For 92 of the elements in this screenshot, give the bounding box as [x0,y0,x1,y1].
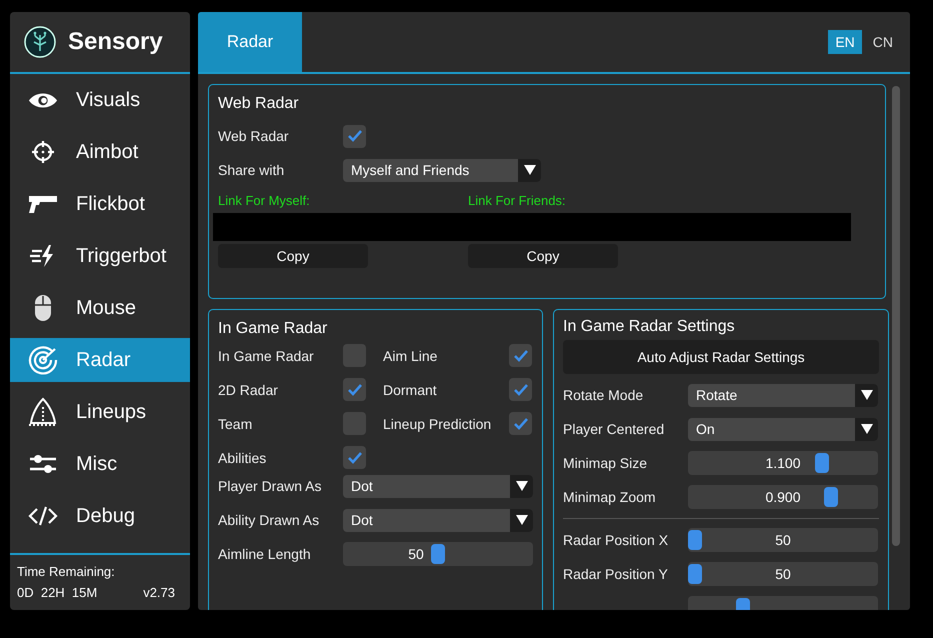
version-label: v2.73 [143,585,175,600]
setting-label: Player Drawn As [218,478,322,494]
panel-title: Web Radar [218,95,300,113]
mouse-icon [34,294,52,322]
panel-title: In Game Radar Settings [563,318,736,336]
sidebar-item[interactable]: Aimbot [10,130,190,174]
checkmark-icon [346,450,362,466]
setting-label: Minimap Zoom [563,489,657,505]
checkmark-icon [346,128,362,144]
copy-button[interactable]: Copy [218,244,368,268]
setting-label: Ability Drawn As [218,512,320,528]
dropdown[interactable]: Dot [343,508,533,532]
bolt-icon [30,245,56,267]
sidebar-item[interactable]: Flickbot [10,182,190,226]
radar-icon [28,345,58,375]
setting-label: Player Centered [563,421,666,437]
dropdown[interactable]: Dot [343,474,533,498]
slider-value: 50 [775,566,791,582]
sidebar-item[interactable]: Lineups [10,390,190,434]
setting-label: Minimap Size [563,455,648,471]
setting-label: Team [218,416,254,432]
time-remaining-value: 0D 22H 15M [17,585,98,600]
language-button[interactable]: CN [866,30,900,54]
setting-label: Radar Position Y [563,566,669,582]
dropdown[interactable]: On [688,418,878,440]
slider-thumb[interactable] [824,487,838,507]
time-remaining-label: Time Remaining: [17,564,116,579]
sidebar-item[interactable]: Mouse [10,286,190,330]
dropdown[interactable]: Rotate [688,384,878,406]
caret-icon [524,165,536,175]
setting-label: Abilities [218,450,268,466]
slider-value: 1.100 [765,455,801,471]
setting-label: Rotate Mode [563,387,644,403]
slider-thumb[interactable] [431,544,445,564]
dropdown[interactable]: Myself and Friends [343,158,541,182]
setting-label: Lineup Prediction [383,416,492,432]
link-label: Link For Friends: [468,193,567,208]
setting-label: Share with [218,162,286,178]
slider-thumb[interactable] [814,453,829,473]
eye-icon [28,90,58,110]
checkbox[interactable] [509,378,532,401]
scrollbar[interactable] [892,86,900,546]
setting-label: Aimline Length [218,546,312,562]
setting-label: 2D Radar [218,382,279,398]
setting-label: Radar Position X [563,532,670,548]
checkbox[interactable] [509,412,532,435]
slider-thumb[interactable] [688,564,702,584]
setting-label: Dormant [383,382,438,398]
slider-value: 0.900 [765,489,801,505]
checkmark-icon [512,382,528,398]
sliders-icon [29,453,57,475]
checkbox[interactable] [343,412,366,435]
triangle-warning-icon [28,397,58,427]
caret-icon [516,515,528,525]
checkbox[interactable] [509,344,532,367]
slider[interactable]: 1.100 [688,451,878,475]
logo-icon [24,26,56,58]
slider-value: 50 [408,546,424,562]
language-button[interactable]: EN [828,30,862,54]
panel-title: In Game Radar [218,320,328,338]
sidebar-item[interactable]: Visuals [10,78,190,122]
sidebar-item[interactable]: Triggerbot [10,234,190,278]
auto-adjust-button[interactable]: Auto Adjust Radar Settings [563,340,879,374]
slider[interactable]: 0.900 [688,485,878,509]
checkbox[interactable] [343,344,366,367]
slider[interactable]: 50 [688,562,878,586]
checkmark-icon [346,382,362,398]
pistol-icon [28,194,58,214]
sidebar-item[interactable]: Debug [10,494,190,538]
checkmark-icon [512,348,528,364]
caret-icon [516,481,528,491]
tab[interactable]: Radar [198,12,302,72]
slider-value: 50 [775,532,791,548]
sidebar-item[interactable]: Misc [10,442,190,486]
checkbox[interactable] [343,124,366,148]
app-name: Sensory [68,28,163,56]
sidebar-item[interactable]: Radar [10,338,190,382]
slider[interactable]: 50 [688,528,878,552]
checkmark-icon [512,416,528,432]
setting-label: In Game Radar [218,348,315,364]
caret-icon [860,424,872,434]
slider-thumb[interactable] [688,530,702,550]
code-icon [28,506,58,526]
slider[interactable]: 50 [343,542,533,566]
checkbox[interactable] [343,446,366,469]
crosshair-icon [31,140,55,164]
setting-label: Web Radar [218,128,290,144]
copy-button[interactable]: Copy [468,244,618,268]
checkbox[interactable] [343,378,366,401]
link-label: Link For Myself: [218,193,311,208]
setting-label: Aim Line [383,348,438,364]
caret-icon [860,390,872,400]
